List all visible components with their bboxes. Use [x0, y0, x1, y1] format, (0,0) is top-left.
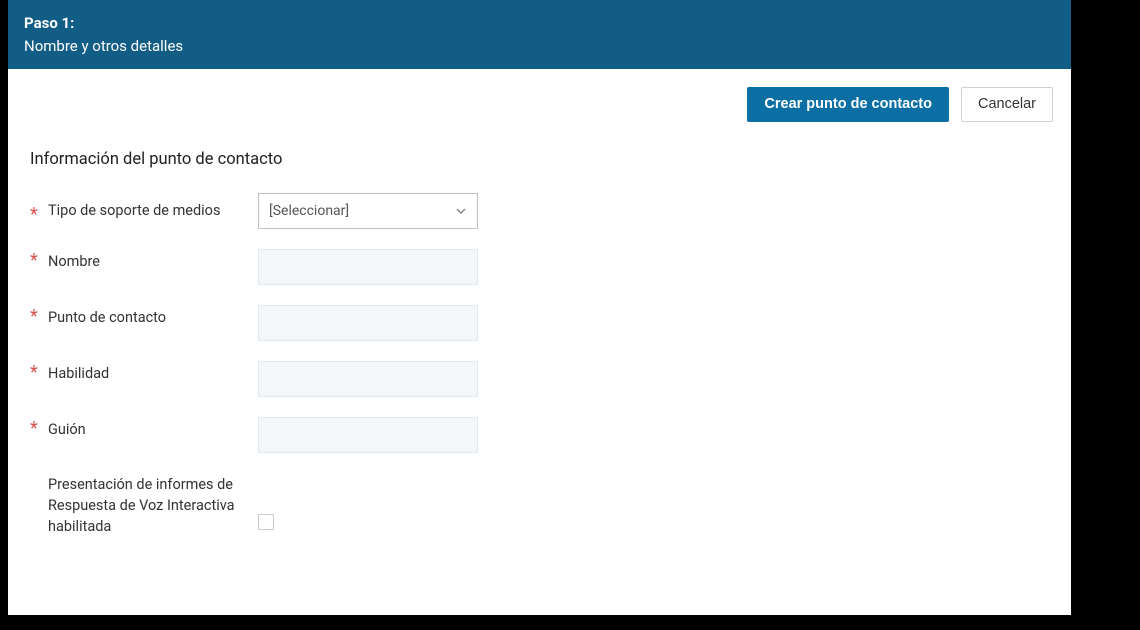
field-contact-point: * Punto de contacto: [30, 305, 1049, 341]
skill-input[interactable]: [258, 361, 478, 397]
ivr-reporting-label: Presentación de informes de Respuesta de…: [48, 473, 258, 537]
field-ivr-reporting: Presentación de informes de Respuesta de…: [30, 473, 1049, 537]
chevron-down-icon: [455, 205, 467, 217]
required-marker: *: [30, 361, 48, 384]
required-marker: *: [30, 249, 48, 272]
create-contact-point-button[interactable]: Crear punto de contacto: [747, 87, 949, 122]
step-header: Paso 1: Nombre y otros detalles: [8, 0, 1071, 69]
skill-label: Habilidad: [48, 363, 109, 384]
actions-bar: Crear punto de contacto Cancelar: [8, 69, 1071, 122]
required-marker: *: [30, 193, 48, 226]
cancel-button[interactable]: Cancelar: [961, 87, 1053, 122]
field-skill: * Habilidad: [30, 361, 1049, 397]
script-input[interactable]: [258, 417, 478, 453]
section-title: Información del punto de contacto: [30, 150, 1049, 169]
ivr-reporting-checkbox[interactable]: [258, 514, 274, 530]
media-type-select[interactable]: [Seleccionar]: [258, 193, 478, 229]
form-section: Información del punto de contacto * Tipo…: [8, 122, 1071, 557]
required-marker: *: [30, 417, 48, 440]
script-label: Guión: [48, 419, 86, 440]
field-script: * Guión: [30, 417, 1049, 453]
field-name: * Nombre: [30, 249, 1049, 285]
media-type-label: Tipo de soporte de medios: [48, 199, 220, 221]
media-type-placeholder: [Seleccionar]: [269, 203, 349, 219]
contact-point-label: Punto de contacto: [48, 307, 166, 328]
step-number: Paso 1:: [24, 12, 1055, 35]
required-marker: *: [30, 305, 48, 328]
name-input[interactable]: [258, 249, 478, 285]
name-label: Nombre: [48, 251, 100, 272]
step-subtitle: Nombre y otros detalles: [24, 35, 1055, 58]
field-media-type: * Tipo de soporte de medios [Seleccionar…: [30, 193, 1049, 229]
contact-point-input[interactable]: [258, 305, 478, 341]
